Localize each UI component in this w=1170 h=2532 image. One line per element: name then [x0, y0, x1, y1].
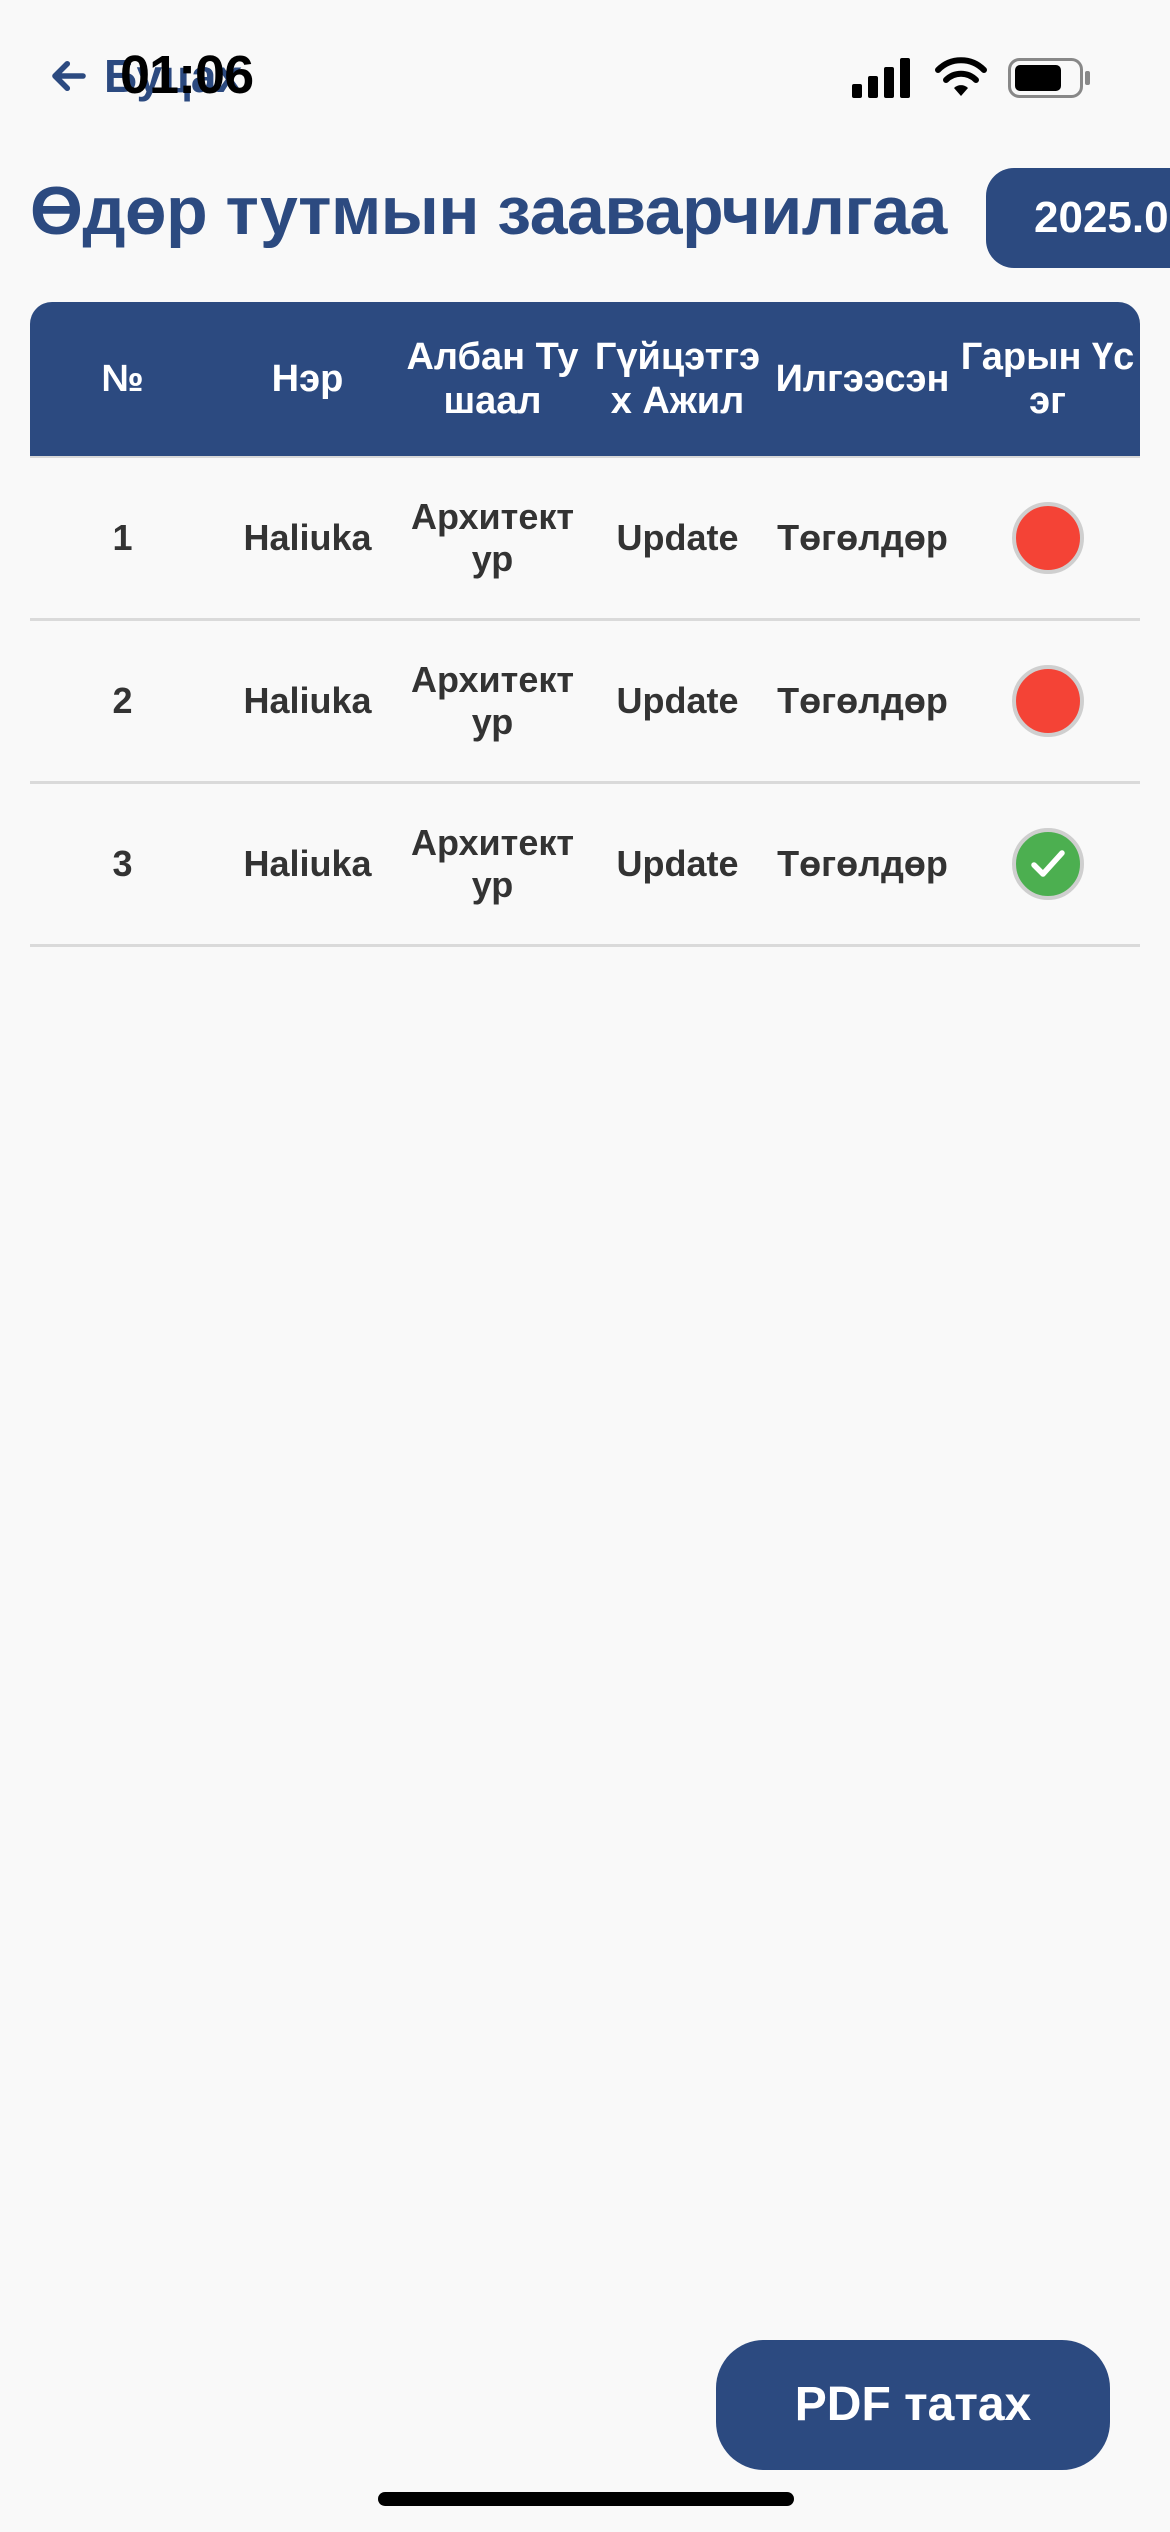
cell-position: Архитектур — [411, 822, 574, 905]
cell-task: Update — [616, 843, 739, 884]
signed-check-icon[interactable] — [1011, 828, 1084, 900]
page-title: Өдөр тутмын зааварчилгаа — [30, 173, 947, 249]
table-row[interactable]: 2 Haliuka Архитектур Update Төгөлдөр — [30, 621, 1140, 784]
cell-number: 1 — [112, 517, 133, 558]
cell-number: 3 — [112, 843, 133, 884]
column-header-position: Албан Тушаал — [406, 336, 579, 422]
status-bar: Буцах 01:06 — [0, 0, 1170, 150]
cell-name: Haliuka — [243, 843, 372, 884]
arrow-left-icon — [52, 60, 86, 92]
cellular-signal-icon — [852, 58, 910, 98]
date-selector[interactable]: 2025.0 — [986, 168, 1170, 268]
table-row[interactable]: 3 Haliuka Архитектур Update Төгөлдөр — [30, 784, 1140, 947]
cell-sent: Төгөлдөр — [777, 517, 948, 558]
status-time: 01:06 — [120, 45, 254, 105]
cell-signature — [955, 665, 1140, 737]
cell-sent: Төгөлдөр — [777, 843, 948, 884]
cell-signature — [955, 828, 1140, 900]
cell-task: Update — [616, 680, 739, 721]
wifi-icon — [935, 57, 987, 96]
table-header: № Нэр Албан Тушаал Гүйцэтгэх Ажил Илгээс… — [30, 302, 1140, 458]
column-header-name: Нэр — [271, 358, 344, 400]
home-indicator — [378, 2492, 794, 2506]
cell-name: Haliuka — [243, 680, 372, 721]
cell-signature — [955, 502, 1140, 574]
unsigned-status-icon[interactable] — [1011, 502, 1084, 574]
column-header-number: № — [101, 358, 144, 400]
cell-number: 2 — [112, 680, 133, 721]
battery-icon — [1008, 58, 1090, 98]
pdf-download-button[interactable]: PDF татах — [716, 2340, 1110, 2470]
cell-sent: Төгөлдөр — [777, 680, 948, 721]
cell-position: Архитектур — [411, 659, 574, 742]
cell-task: Update — [616, 517, 739, 558]
column-header-signature: Гарын Үсэг — [960, 336, 1135, 422]
instruction-table: № Нэр Албан Тушаал Гүйцэтгэх Ажил Илгээс… — [30, 302, 1140, 947]
unsigned-status-icon[interactable] — [1011, 665, 1084, 737]
column-header-task: Гүйцэтгэх Ажил — [594, 336, 761, 422]
column-header-sent: Илгээсэн — [775, 358, 950, 400]
cell-position: Архитектур — [411, 496, 574, 579]
table-row[interactable]: 1 Haliuka Архитектур Update Төгөлдөр — [30, 458, 1140, 621]
cell-name: Haliuka — [243, 517, 372, 558]
